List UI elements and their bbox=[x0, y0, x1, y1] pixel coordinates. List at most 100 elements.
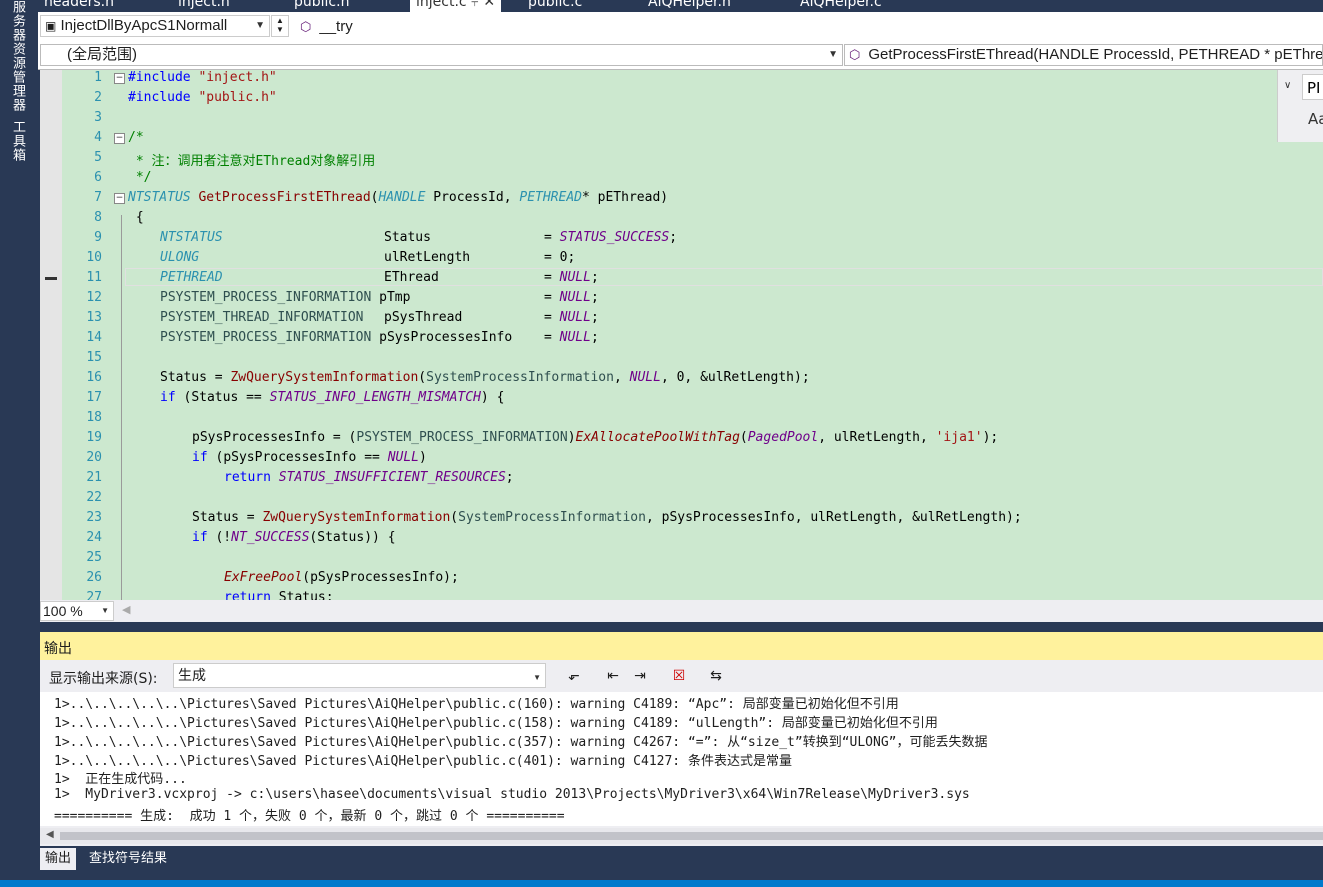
line-number: 10 bbox=[86, 250, 102, 265]
tab-headers-h[interactable]: headers.h bbox=[44, 0, 114, 12]
line-number: 6 bbox=[94, 170, 102, 185]
code-line-6: */ bbox=[128, 170, 152, 185]
scope-label: (全局范围) bbox=[67, 46, 137, 63]
output-title: 输出 bbox=[44, 641, 72, 657]
line-number: 13 bbox=[86, 310, 102, 325]
goto-message-icon[interactable]: ⬐ bbox=[564, 667, 584, 685]
code-line-10: ULONG bbox=[160, 250, 200, 265]
chevron-down-icon[interactable]: ∨ bbox=[1284, 80, 1291, 91]
code-line-12: PSYSTEM_PROCESS_INFORMATION pTmp bbox=[160, 290, 411, 305]
tab-inject-h[interactable]: inject.h bbox=[178, 0, 230, 12]
line-number: 8 bbox=[94, 210, 102, 225]
code-line-13-val: = NULL; bbox=[544, 310, 599, 325]
line-number: 14 bbox=[86, 330, 102, 345]
editor-zoom-bar: 100 % ▼ ◀ bbox=[40, 600, 1323, 622]
code-line-16: Status = ZwQuerySystemInformation(System… bbox=[160, 370, 810, 385]
scroll-left-icon[interactable]: ◀ bbox=[122, 603, 130, 616]
code-line-5: * 注：调用者注意对EThread对象解引用 bbox=[128, 154, 376, 169]
navigation-bar-top: ▣ InjectDllByApcS1Normall ▼ ▲ ▼ ⬡ __try bbox=[38, 12, 1323, 42]
next-message-icon[interactable]: ⇥ bbox=[630, 667, 650, 685]
code-line-11-val: = NULL; bbox=[544, 270, 599, 285]
scroll-left-icon[interactable]: ◀ bbox=[46, 829, 54, 840]
word-wrap-icon[interactable]: ⇆ bbox=[706, 667, 726, 685]
line-number: 9 bbox=[94, 230, 102, 245]
spin-buttons[interactable]: ▲ ▼ bbox=[271, 15, 289, 37]
tool-window-strip: 服务器资源管理器 工具箱 bbox=[0, 0, 38, 880]
tab-output[interactable]: 输出 bbox=[40, 848, 77, 870]
code-line-2: #include "public.h" bbox=[128, 90, 277, 105]
output-tabs: 输出 查找符号结果 bbox=[40, 846, 1323, 872]
code-line-4: /* bbox=[128, 130, 144, 145]
code-line-17: if (Status == STATUS_INFO_LENGTH_MISMATC… bbox=[160, 390, 505, 405]
code-line-14: PSYSTEM_PROCESS_INFORMATION pSysProcesse… bbox=[160, 330, 513, 345]
line-number: 20 bbox=[86, 450, 102, 465]
tab-inject-c[interactable]: inject.c ⫧ ✕ bbox=[410, 0, 502, 12]
match-case-toggle[interactable]: Aa bbox=[1308, 110, 1323, 128]
code-line-10-rest: ulRetLength bbox=[384, 250, 471, 265]
line-number: 4 bbox=[94, 130, 102, 145]
toolbox-tab[interactable]: 工具箱 bbox=[8, 120, 27, 162]
tab-aiqhelper-c[interactable]: AiQHelper.c bbox=[800, 0, 882, 12]
output-line: 1>..\..\..\..\..\Pictures\Saved Pictures… bbox=[54, 716, 938, 731]
line-number: 24 bbox=[86, 530, 102, 545]
code-line-1: #include "inject.h" bbox=[128, 70, 277, 85]
clear-all-icon[interactable]: ☒ bbox=[669, 667, 689, 685]
server-explorer-tab[interactable]: 服务器资源管理器 bbox=[8, 0, 27, 112]
code-line-9-rest: Status bbox=[384, 230, 431, 245]
tab-public-h[interactable]: public.h bbox=[294, 0, 349, 12]
chevron-down-icon: ▼ bbox=[828, 49, 838, 60]
code-line-9-val: = STATUS_SUCCESS; bbox=[544, 230, 678, 245]
output-toolbar: 显示输出来源(S): 生成 ▼ ⬐ ⇤ ⇥ ☒ ⇆ bbox=[40, 660, 1323, 692]
tab-aiqhelper-h[interactable]: AiQHelper.h bbox=[648, 0, 731, 12]
find-widget: ∨ PI Aa bbox=[1277, 70, 1323, 142]
code-line-21: return STATUS_INSUFFICIENT_RESOURCES; bbox=[224, 470, 514, 485]
collapse-icon[interactable]: − bbox=[114, 133, 125, 144]
outline-guide bbox=[121, 215, 122, 600]
code-line-11-rest: EThread bbox=[384, 270, 439, 285]
code-line-7: NTSTATUS GetProcessFirstEThread(HANDLE P… bbox=[128, 190, 669, 205]
function-dropdown[interactable]: ⬡ GetProcessFirstEThread(HANDLE ProcessId… bbox=[844, 44, 1323, 66]
zoom-label: 100 % bbox=[43, 603, 83, 619]
line-number: 16 bbox=[86, 370, 102, 385]
line-number: 12 bbox=[86, 290, 102, 305]
line-number: 11 bbox=[86, 270, 102, 285]
code-line-26: ExFreePool(pSysProcessesInfo); bbox=[224, 570, 459, 585]
member-dropdown[interactable]: ⬡ __try bbox=[296, 18, 353, 35]
project-dropdown[interactable]: ▣ InjectDllByApcS1Normall ▼ bbox=[40, 15, 270, 37]
function-label: GetProcessFirstEThread(HANDLE ProcessId,… bbox=[868, 46, 1323, 63]
output-line: 1> 正在生成代码... bbox=[54, 772, 187, 787]
line-number: 2 bbox=[94, 90, 102, 105]
line-number: 23 bbox=[86, 510, 102, 525]
line-number: 19 bbox=[86, 430, 102, 445]
collapse-icon[interactable]: − bbox=[114, 73, 125, 84]
line-number: 22 bbox=[86, 490, 102, 505]
close-icon[interactable]: ✕ bbox=[483, 0, 495, 10]
status-bar bbox=[0, 880, 1323, 887]
collapse-icon[interactable]: − bbox=[114, 193, 125, 204]
code-line-10-val: = 0; bbox=[544, 250, 576, 265]
tab-public-c[interactable]: public.c bbox=[528, 0, 582, 12]
output-header: 输出 bbox=[40, 632, 1323, 660]
zoom-dropdown[interactable]: 100 % ▼ bbox=[40, 601, 114, 621]
line-number: 25 bbox=[86, 550, 102, 565]
output-line: 1>..\..\..\..\..\Pictures\Saved Pictures… bbox=[54, 697, 899, 712]
code-line-13-rest: pSysThread bbox=[384, 310, 463, 325]
pin-icon[interactable]: ⫧ bbox=[471, 0, 479, 10]
tab-find-symbol-results[interactable]: 查找符号结果 bbox=[84, 848, 172, 870]
scrollbar-thumb[interactable] bbox=[60, 832, 1323, 840]
line-number: 3 bbox=[94, 110, 102, 125]
scope-dropdown[interactable]: (全局范围) ▼ bbox=[40, 44, 843, 66]
line-number: 15 bbox=[86, 350, 102, 365]
output-source-label: 显示输出来源(S): bbox=[49, 671, 158, 687]
previous-message-icon[interactable]: ⇤ bbox=[603, 667, 623, 685]
horizontal-scrollbar[interactable]: ◀ bbox=[40, 828, 1323, 844]
document-tabs: headers.h inject.h public.h inject.c ⫧ ✕… bbox=[38, 0, 1323, 12]
tab-inject-c-label: inject.c bbox=[416, 0, 467, 10]
output-source-dropdown[interactable]: 生成 ▼ bbox=[173, 663, 546, 688]
chevron-down-icon: ▼ bbox=[533, 673, 541, 682]
output-text[interactable]: 1>..\..\..\..\..\Pictures\Saved Pictures… bbox=[40, 692, 1323, 826]
code-line-8: { bbox=[135, 210, 144, 225]
chevron-down-icon: ▼ bbox=[101, 606, 109, 615]
output-line: ========== 生成: 成功 1 个，失败 0 个，最新 0 个，跳过 0… bbox=[54, 809, 565, 824]
find-input[interactable]: PI bbox=[1302, 74, 1323, 100]
